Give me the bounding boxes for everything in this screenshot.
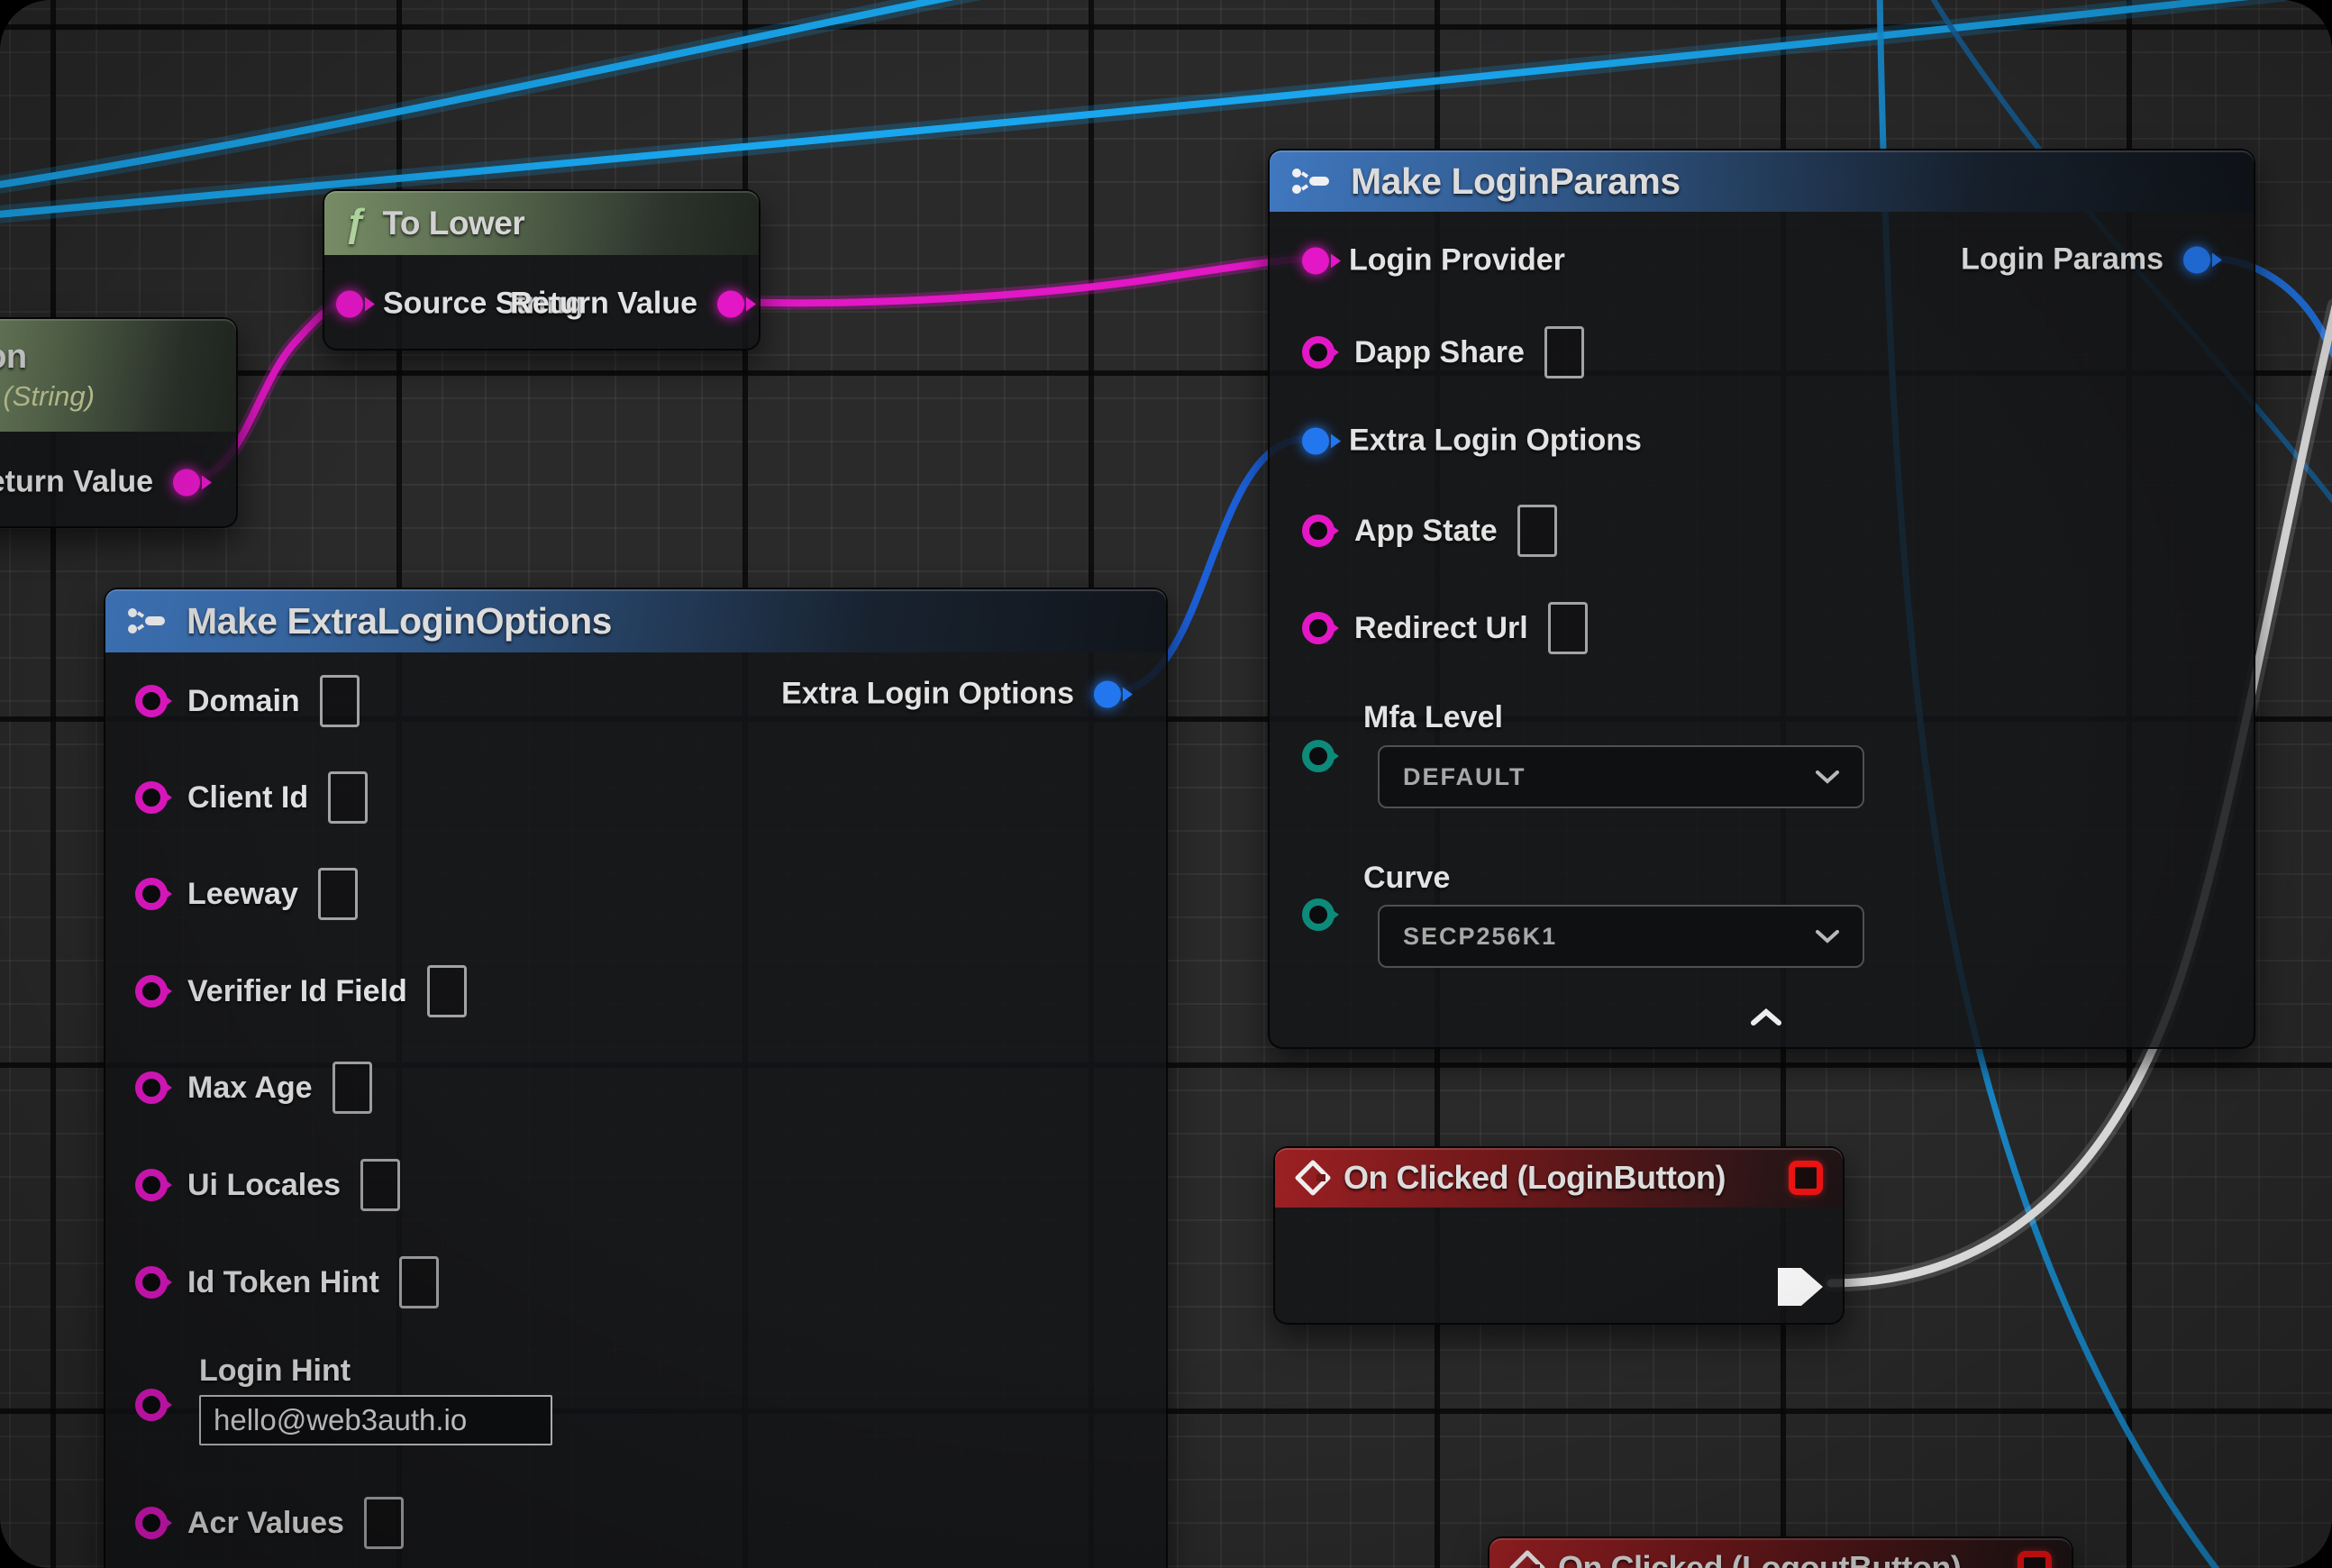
leeway-checkbox[interactable] [318, 868, 358, 920]
param-row-domain: Domain [135, 675, 360, 727]
pin-label: App State [1354, 514, 1498, 549]
param-row-max-age: Max Age [135, 1062, 372, 1114]
pin-label: Client Id [187, 780, 308, 816]
pin-label: Login Provider [1349, 243, 1565, 278]
login-params-out-row: Login Params [1961, 242, 2210, 278]
node-title: To Lower [382, 205, 524, 242]
source-string-pin[interactable] [336, 290, 363, 317]
param-row-acr-values: Acr Values [135, 1497, 404, 1549]
pin-label: Domain [187, 684, 300, 719]
node-title-fragment: tion [0, 338, 27, 377]
curve-pin[interactable] [1302, 898, 1335, 931]
mfa-level-value: DEFAULT [1403, 763, 1526, 791]
login-hint-input[interactable] [199, 1395, 552, 1445]
redirect-url-checkbox[interactable] [1548, 602, 1588, 654]
pin-label: Redirect Url [1354, 611, 1528, 646]
node-title: On Clicked (LoginButton) [1344, 1159, 1726, 1197]
node-to-lower[interactable]: ƒ To Lower Source String Return Value [323, 189, 761, 351]
chevron-down-icon [1816, 930, 1839, 944]
client-id-pin[interactable] [135, 781, 168, 814]
debug-stop-icon[interactable] [1789, 1161, 1823, 1195]
node-onclicked-loginbutton[interactable]: On Clicked (LoginButton) [1273, 1146, 1845, 1325]
dapp-share-pin[interactable] [1302, 336, 1335, 369]
param-row-leeway: Leeway [135, 868, 358, 920]
param-row-ui-locales: Ui Locales [135, 1159, 400, 1211]
return-value-row: eturn Value [0, 465, 200, 500]
pin-label: Extra Login Options [1349, 424, 1642, 459]
pin-label: Leeway [187, 877, 298, 912]
node-make-extraloginoptions[interactable]: Make ExtraLoginOptions Domain Client Id … [104, 588, 1168, 1568]
app-state-pin[interactable] [1302, 515, 1335, 547]
mfa-level-label: Mfa Level [1363, 700, 1503, 735]
event-icon [1509, 1550, 1545, 1568]
node-string-source-partial[interactable]: tion ox (String) eturn Value [0, 317, 238, 528]
string-output-pin[interactable] [173, 469, 200, 496]
param-row-login-provider: Login Provider [1302, 243, 1565, 278]
max-age-checkbox[interactable] [332, 1062, 372, 1114]
param-row-app-state: App State [1302, 505, 1557, 557]
pin-label: Acr Values [187, 1506, 344, 1541]
node-title: On Clicked (LogoutButton) [1558, 1549, 1961, 1568]
leeway-pin[interactable] [135, 878, 168, 910]
extra-login-options-pin[interactable] [1302, 427, 1329, 454]
pin-label: Ui Locales [187, 1168, 341, 1203]
login-params-output-pin[interactable] [2183, 246, 2210, 273]
function-icon: ƒ [344, 204, 366, 243]
debug-stop-icon[interactable] [2018, 1551, 2052, 1568]
login-provider-pin[interactable] [1302, 247, 1329, 274]
return-value-row: Return Value [510, 287, 744, 322]
pin-label: Max Age [187, 1071, 313, 1106]
exec-output-pin[interactable] [1776, 1266, 1826, 1308]
id-token-hint-pin[interactable] [135, 1266, 168, 1299]
id-token-hint-checkbox[interactable] [399, 1256, 439, 1308]
param-row-id-token-hint: Id Token Hint [135, 1256, 439, 1308]
return-value-pin[interactable] [717, 290, 744, 317]
acr-values-pin[interactable] [135, 1507, 168, 1539]
verifier-id-field-pin[interactable] [135, 975, 168, 1007]
chevron-down-icon [1816, 770, 1839, 784]
curve-dropdown[interactable]: SECP256K1 [1378, 905, 1864, 968]
param-row-verifier-id-field: Verifier Id Field [135, 965, 467, 1017]
blueprint-graph-canvas[interactable]: tion ox (String) eturn Value ƒ To Lower … [0, 0, 2332, 1568]
acr-values-checkbox[interactable] [364, 1497, 404, 1549]
login-hint-label: Login Hint [199, 1354, 351, 1389]
ui-locales-pin[interactable] [135, 1169, 168, 1201]
redirect-url-pin[interactable] [1302, 612, 1335, 644]
curve-label: Curve [1363, 861, 1450, 896]
node-title: Make LoginParams [1351, 160, 1681, 203]
param-row-dapp-share: Dapp Share [1302, 326, 1584, 378]
param-row-redirect-url: Redirect Url [1302, 602, 1588, 654]
dapp-share-checkbox[interactable] [1544, 326, 1584, 378]
make-struct-icon [125, 603, 170, 639]
param-row-extra-login-options: Extra Login Options [1302, 424, 1642, 459]
mfa-level-dropdown[interactable]: DEFAULT [1378, 745, 1864, 808]
pin-label: Verifier Id Field [187, 974, 407, 1009]
curve-value: SECP256K1 [1403, 923, 1557, 951]
client-id-checkbox[interactable] [328, 771, 368, 824]
collapse-chevron-icon[interactable] [1751, 1008, 1781, 1026]
node-onclicked-logoutbutton[interactable]: On Clicked (LogoutButton) [1488, 1536, 2073, 1568]
verifier-id-field-checkbox[interactable] [427, 965, 467, 1017]
domain-checkbox[interactable] [320, 675, 360, 727]
pin-label: Return Value [510, 287, 697, 322]
node-title: Make ExtraLoginOptions [187, 600, 612, 643]
ui-locales-checkbox[interactable] [360, 1159, 400, 1211]
pin-label: eturn Value [0, 465, 153, 500]
extra-login-options-out-row: Extra Login Options [781, 677, 1121, 712]
make-struct-icon [1289, 163, 1335, 199]
pin-label: Login Params [1961, 242, 2163, 278]
extra-login-options-output-pin[interactable] [1094, 680, 1121, 707]
pin-label: Id Token Hint [187, 1265, 379, 1300]
pin-label: Dapp Share [1354, 335, 1525, 370]
max-age-pin[interactable] [135, 1071, 168, 1104]
login-hint-pin[interactable] [135, 1389, 168, 1421]
param-row-client-id: Client Id [135, 771, 368, 824]
node-subtitle-fragment: ox (String) [0, 380, 95, 413]
domain-pin[interactable] [135, 685, 168, 717]
event-icon [1295, 1160, 1331, 1196]
mfa-level-pin[interactable] [1302, 740, 1335, 772]
app-state-checkbox[interactable] [1517, 505, 1557, 557]
node-make-loginparams[interactable]: Make LoginParams Login Provider Dapp Sha… [1268, 149, 2255, 1049]
pin-label: Extra Login Options [781, 677, 1074, 712]
